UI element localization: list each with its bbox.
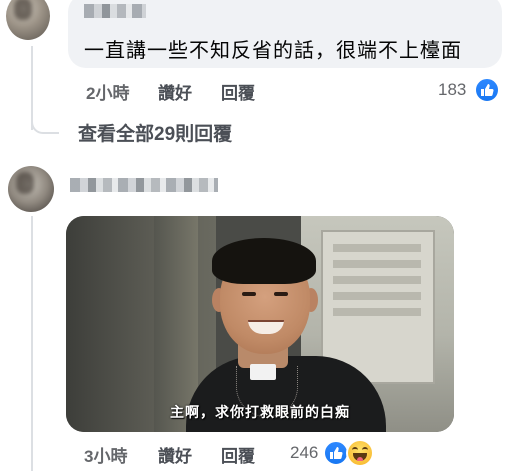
comment-image-meme[interactable]: 主啊，求你打救眼前的白痴 — [66, 216, 454, 432]
comment-timestamp[interactable]: 3小時 — [84, 442, 127, 467]
priest-hair — [212, 238, 316, 284]
comment-timestamp[interactable]: 2小時 — [86, 79, 129, 104]
image-subtitle: 主啊，求你打救眼前的白痴 — [170, 404, 350, 420]
reaction-count[interactable]: 183 — [438, 80, 466, 100]
comment-text: 一直講一些不知反省的話，很端不上檯面 — [84, 40, 462, 62]
reply-button[interactable]: 回覆 — [221, 79, 255, 104]
view-all-replies-link[interactable]: 查看全部29則回覆 — [78, 119, 232, 146]
commenter-avatar[interactable] — [8, 166, 54, 212]
thread-line-curve — [31, 112, 59, 134]
reaction-count[interactable]: 246 — [290, 443, 318, 463]
priest-eye — [242, 292, 256, 296]
redacted-commenter-name[interactable] — [84, 4, 146, 18]
redacted-commenter-name[interactable] — [70, 178, 218, 192]
haha-reaction-icon — [346, 439, 374, 467]
like-button[interactable]: 讚好 — [158, 442, 192, 467]
like-icon — [474, 77, 500, 103]
like-button[interactable]: 讚好 — [158, 79, 192, 104]
thread-line-lower — [31, 216, 33, 471]
commenter-avatar[interactable] — [6, 0, 50, 40]
priest-eye — [274, 292, 288, 296]
reply-button[interactable]: 回覆 — [221, 442, 255, 467]
